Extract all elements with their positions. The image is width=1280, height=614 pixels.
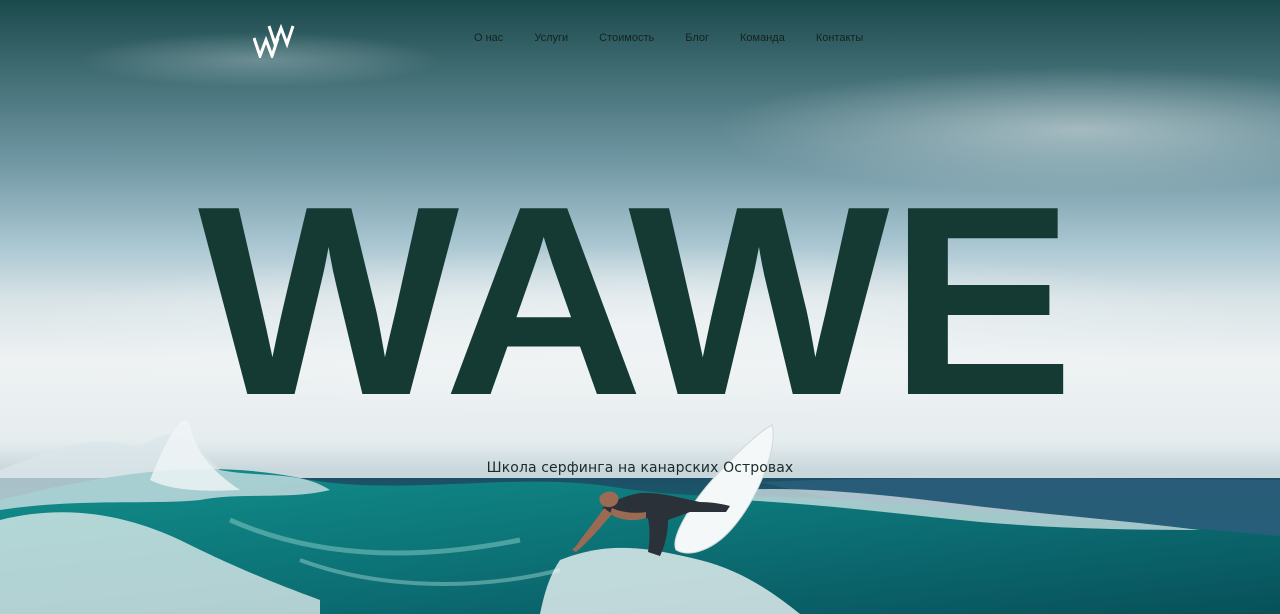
nav-item-team[interactable]: Команда (740, 32, 785, 44)
brand-logo[interactable] (253, 24, 295, 58)
hero-title: WAWE (198, 196, 1074, 396)
hero-subtitle: Школа серфинга на канарских Островах (486, 460, 794, 476)
nav-item-services[interactable]: Услуги (534, 32, 568, 44)
nav-item-blog[interactable]: Блог (685, 32, 709, 44)
nav-item-about[interactable]: О нас (474, 32, 503, 44)
hero-title-text: WAWE (198, 196, 1074, 396)
main-nav: О нас Услуги Стоимость Блог Команда Конт… (474, 30, 863, 46)
nav-item-contacts[interactable]: Контакты (816, 32, 864, 44)
nav-item-pricing[interactable]: Стоимость (599, 32, 654, 44)
hero-section: О нас Услуги Стоимость Блог Команда Конт… (0, 0, 1280, 614)
